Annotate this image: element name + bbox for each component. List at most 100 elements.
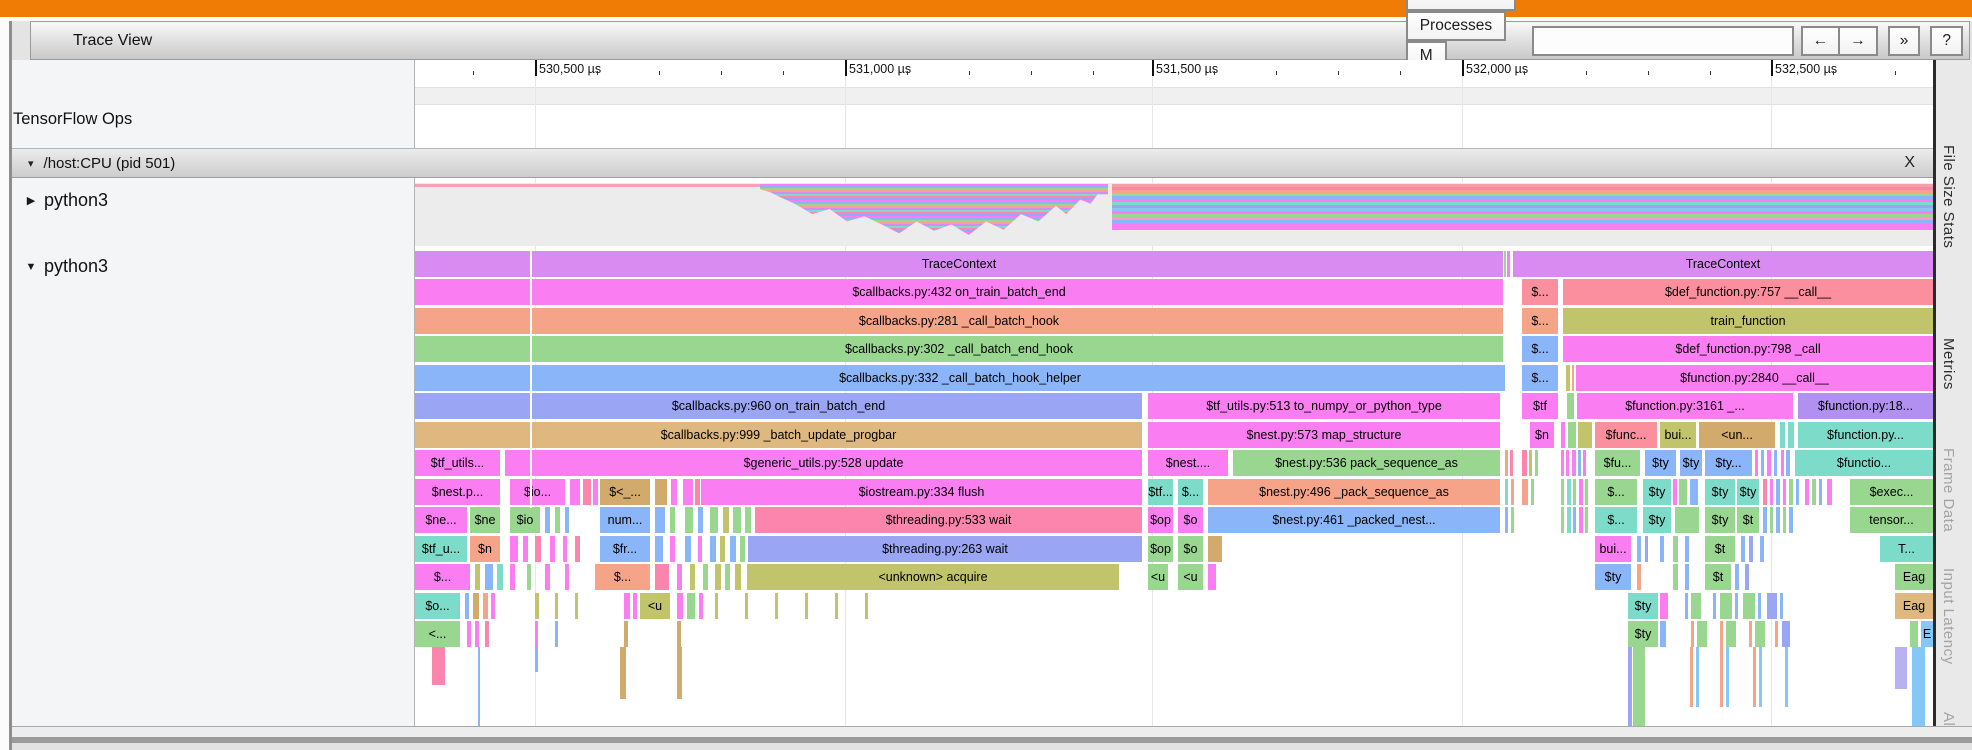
trace-event-sliver[interactable] (535, 647, 538, 672)
trace-event-sliver[interactable] (545, 507, 550, 533)
trace-event-bar[interactable]: $iostream.py:334 flush (701, 478, 1142, 505)
trace-event-bar[interactable]: <u (640, 592, 670, 619)
trace-event-bar[interactable]: $... (1522, 307, 1558, 334)
trace-event-sliver[interactable] (1690, 478, 1698, 505)
expand-caret-icon[interactable]: ▶ (18, 194, 44, 207)
trace-event-sliver[interactable] (1645, 535, 1648, 562)
trace-event-bar[interactable]: <... (415, 621, 460, 647)
trace-event-bar[interactable]: $... (1522, 364, 1558, 391)
collapsed-thread-thumbnail[interactable] (415, 183, 1933, 246)
trace-event-bar[interactable]: $functio... (1795, 450, 1933, 476)
trace-event-sliver[interactable] (1531, 478, 1534, 505)
trace-event-sliver[interactable] (620, 647, 626, 699)
trace-event-sliver[interactable] (465, 592, 469, 619)
trace-event-bar[interactable]: $function.py:18... (1798, 393, 1933, 419)
trace-event-sliver[interactable] (1585, 478, 1588, 505)
trace-event-sliver[interactable] (1696, 647, 1699, 707)
trace-event-sliver[interactable] (510, 564, 515, 590)
trace-event-bar[interactable]: $t (1737, 507, 1759, 533)
trace-event-sliver[interactable] (555, 592, 558, 619)
trace-event-sliver[interactable] (1561, 450, 1564, 476)
trace-event-sliver[interactable] (575, 592, 578, 619)
trace-event-sliver[interactable] (1505, 507, 1508, 533)
trace-event-sliver[interactable] (670, 507, 675, 533)
trace-event-sliver[interactable] (1770, 507, 1773, 533)
trace-event-sliver[interactable] (624, 592, 630, 619)
processes-button[interactable]: Processes (1405, 10, 1507, 41)
trace-event-sliver[interactable] (740, 535, 745, 562)
trace-event-bar[interactable]: $... (1178, 478, 1203, 505)
trace-event-sliver[interactable] (535, 621, 538, 647)
trace-event-sliver[interactable] (555, 507, 560, 533)
trace-event-sliver[interactable] (1208, 564, 1216, 590)
thread-row-python3-expanded[interactable]: ▼ python3 (18, 256, 109, 277)
trace-event-sliver[interactable] (550, 535, 555, 562)
trace-event-bar[interactable]: $io... (510, 478, 565, 505)
trace-event-bar[interactable]: $generic_utils.py:528 update (505, 450, 1142, 476)
collapse-caret-icon[interactable]: ▼ (18, 261, 44, 273)
trace-event-sliver[interactable] (1910, 621, 1918, 647)
trace-event-sliver[interactable] (475, 564, 480, 590)
trace-event-sliver[interactable] (1675, 507, 1699, 533)
trace-event-sliver[interactable] (733, 507, 741, 533)
trace-event-bar[interactable]: $<_... (600, 478, 650, 505)
trace-event-sliver[interactable] (1529, 450, 1532, 476)
trace-event-bar[interactable]: $nest.p... (415, 478, 500, 505)
trace-event-sliver[interactable] (1789, 507, 1793, 533)
trace-event-sliver[interactable] (865, 592, 868, 619)
trace-event-sliver[interactable] (1511, 507, 1514, 533)
trace-event-bar[interactable]: $... (415, 564, 470, 590)
trace-event-sliver[interactable] (555, 621, 558, 647)
trace-event-bar[interactable]: TraceContext (1513, 250, 1933, 277)
trace-event-bar[interactable]: $threading.py:533 wait (755, 507, 1142, 533)
trace-event-sliver[interactable] (677, 647, 682, 699)
trace-event-sliver[interactable] (670, 535, 675, 562)
trace-event-sliver[interactable] (1208, 535, 1222, 562)
trace-event-bar[interactable]: $callbacks.py:332 _call_batch_hook_helpe… (415, 364, 1505, 391)
trace-event-sliver[interactable] (467, 621, 471, 647)
trace-event-sliver[interactable] (710, 535, 716, 562)
trace-event-bar[interactable]: $func... (1595, 421, 1657, 448)
trace-event-sliver[interactable] (1796, 478, 1799, 505)
trace-event-sliver[interactable] (1566, 450, 1569, 476)
trace-event-sliver[interactable] (1583, 450, 1586, 476)
trace-event-sliver[interactable] (1774, 450, 1777, 476)
trace-event-sliver[interactable] (775, 592, 778, 619)
trace-event-sliver[interactable] (565, 507, 569, 533)
collapse-caret-icon[interactable]: ▾ (28, 157, 34, 170)
trace-event-sliver[interactable] (1726, 621, 1736, 647)
trace-event-bar[interactable]: $ty (1595, 564, 1631, 590)
trace-event-sliver[interactable] (1758, 592, 1761, 619)
trace-event-sliver[interactable] (575, 535, 580, 562)
trace-event-bar[interactable]: Eag (1895, 592, 1933, 619)
trace-event-sliver[interactable] (1805, 478, 1809, 505)
trace-event-sliver[interactable] (1895, 647, 1907, 689)
trace-event-bar[interactable]: <u (1178, 564, 1203, 590)
trace-event-bar[interactable]: $fr... (600, 535, 650, 562)
search-input[interactable] (1531, 25, 1794, 56)
trace-event-sliver[interactable] (1566, 364, 1570, 391)
trace-event-sliver[interactable] (491, 592, 495, 619)
trace-event-bar[interactable]: $ty (1643, 507, 1671, 533)
trace-event-sliver[interactable] (1782, 621, 1790, 647)
trace-event-bar[interactable]: $fu... (1595, 450, 1640, 476)
trace-event-sliver[interactable] (1720, 647, 1723, 707)
trace-event-sliver[interactable] (685, 507, 693, 533)
trace-event-sliver[interactable] (690, 564, 695, 590)
trace-event-sliver[interactable] (745, 507, 751, 533)
trace-event-bar[interactable]: $def_function.py:757 __call__ (1563, 279, 1933, 305)
trace-event-bar[interactable]: $ty (1628, 592, 1658, 619)
trace-event-bar[interactable]: $o (1178, 507, 1203, 533)
trace-event-bar[interactable]: $tf_utils... (415, 450, 500, 476)
trace-event-sliver[interactable] (805, 592, 808, 619)
trace-event-sliver[interactable] (1735, 592, 1738, 619)
trace-event-sliver[interactable] (1753, 647, 1756, 707)
trace-event-sliver[interactable] (1660, 592, 1668, 619)
trace-event-sliver[interactable] (1775, 621, 1778, 647)
trace-event-sliver[interactable] (1767, 592, 1777, 619)
trace-event-sliver[interactable] (1673, 535, 1678, 562)
help-button[interactable]: ? (1930, 25, 1963, 56)
trace-event-sliver[interactable] (1685, 535, 1689, 562)
trace-event-sliver[interactable] (1504, 250, 1506, 277)
trace-event-sliver[interactable] (677, 592, 683, 619)
